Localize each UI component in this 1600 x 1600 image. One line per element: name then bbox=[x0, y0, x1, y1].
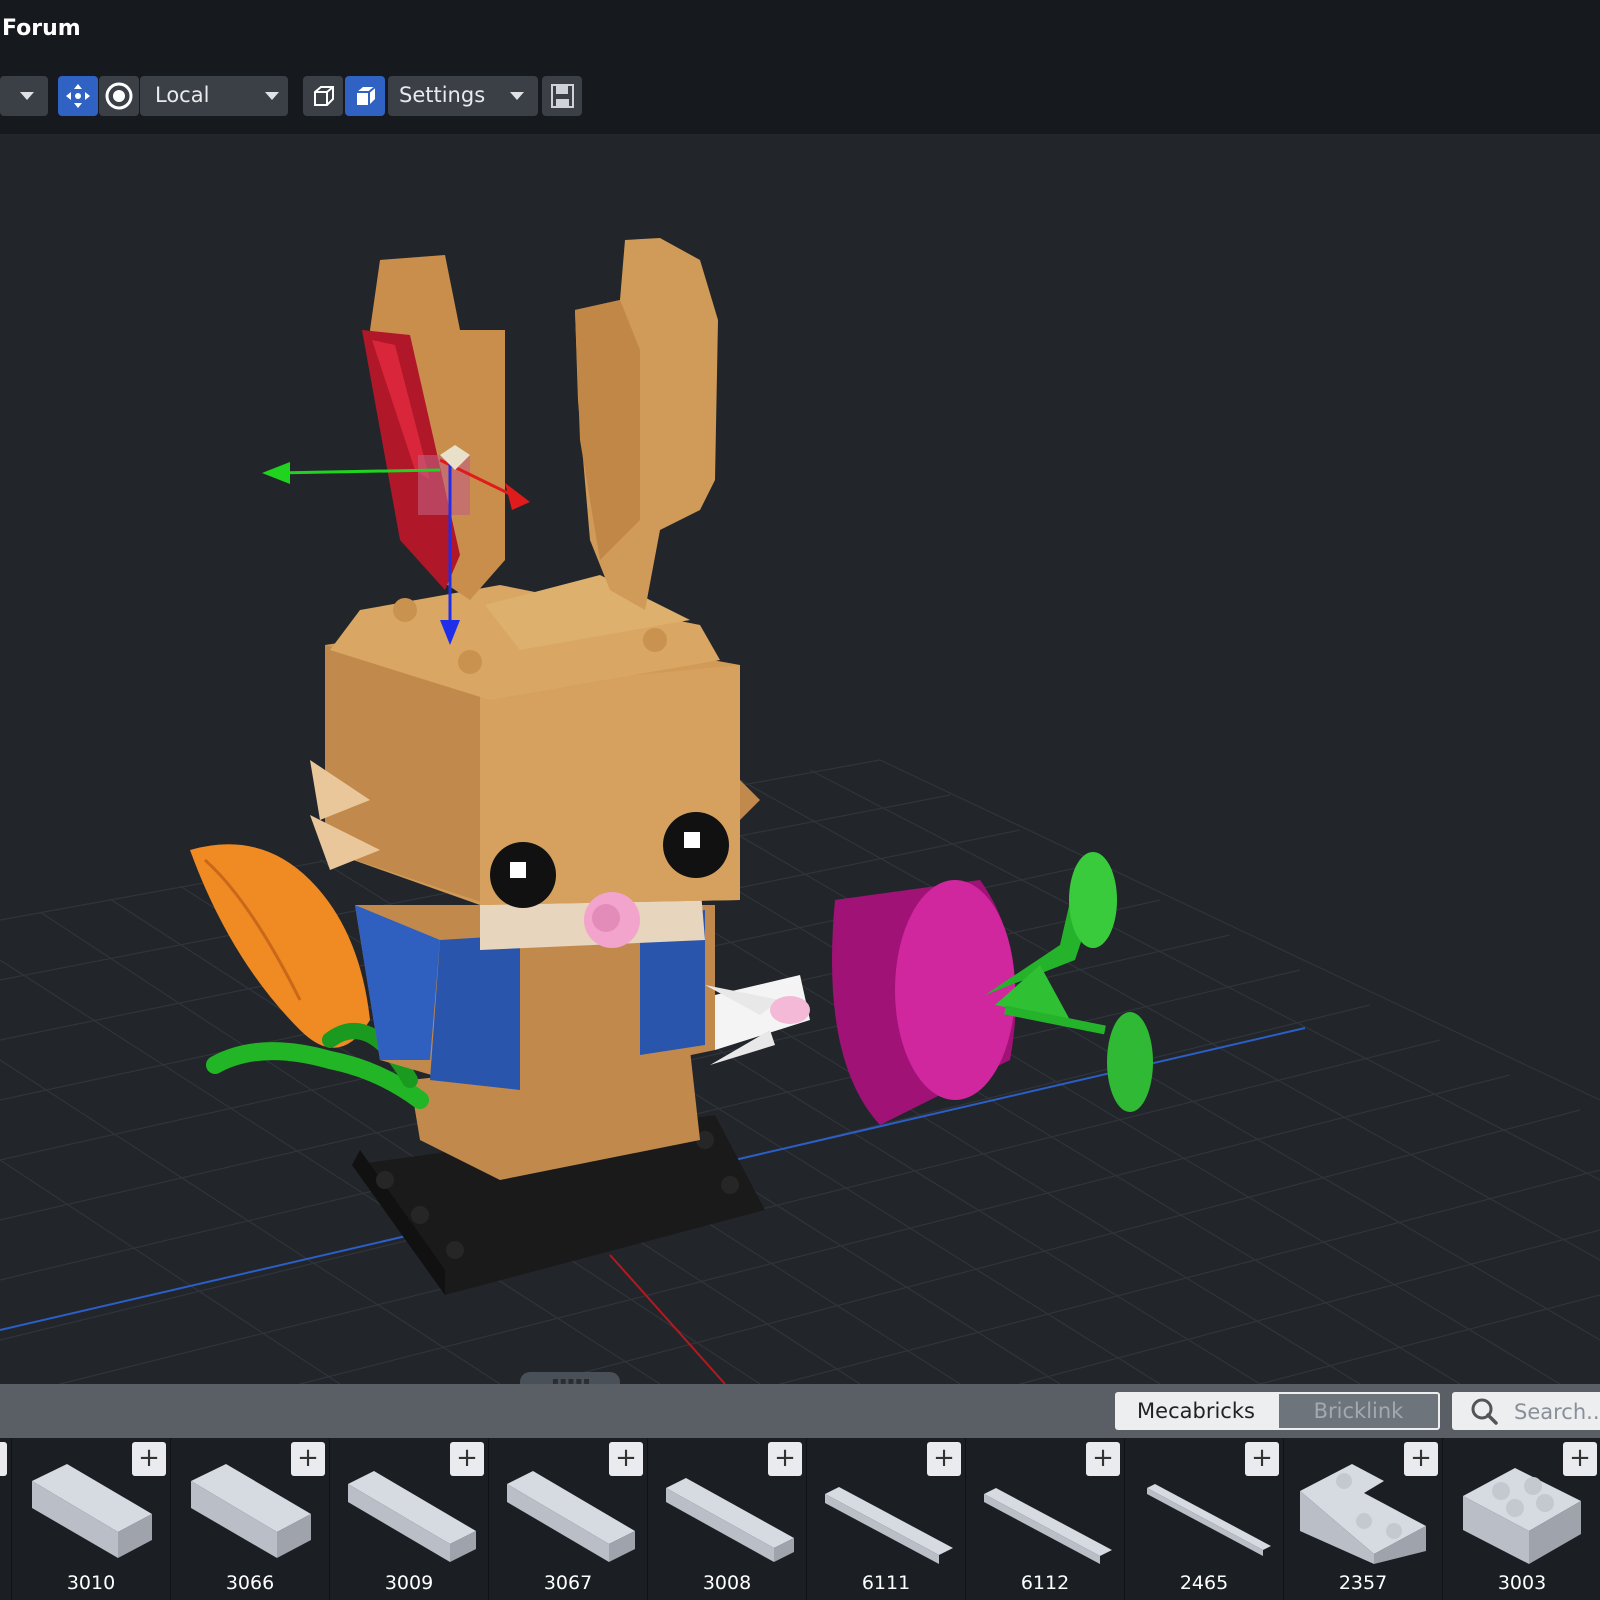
part-number: 3010 bbox=[66, 1572, 116, 1594]
tab-mecabricks-label: Mecabricks bbox=[1137, 1399, 1255, 1423]
tab-bricklink[interactable]: Bricklink bbox=[1277, 1392, 1440, 1430]
add-part-button[interactable]: + bbox=[609, 1442, 643, 1476]
add-part-button[interactable]: + bbox=[0, 1442, 7, 1476]
part-number: 3003 bbox=[1497, 1572, 1547, 1594]
ears bbox=[362, 238, 718, 610]
cube-outline-icon bbox=[314, 86, 334, 106]
parts-search-field[interactable]: Search... bbox=[1452, 1392, 1600, 1430]
tab-mecabricks[interactable]: Mecabricks bbox=[1115, 1392, 1277, 1430]
pivot-button[interactable] bbox=[99, 76, 139, 116]
part-tile-2465[interactable]: + 2465 bbox=[1125, 1438, 1284, 1600]
move-arrows-icon bbox=[66, 84, 90, 108]
add-part-button[interactable]: + bbox=[927, 1442, 961, 1476]
add-part-button[interactable]: + bbox=[1563, 1442, 1597, 1476]
tab-bricklink-label: Bricklink bbox=[1313, 1399, 1404, 1423]
toolbar: Local Settings bbox=[0, 66, 1600, 135]
add-part-button[interactable]: + bbox=[291, 1442, 325, 1476]
part-tile-partial[interactable]: + bbox=[0, 1438, 12, 1600]
space-dropdown[interactable]: Local bbox=[140, 76, 288, 116]
part-tile-3010[interactable]: + 3010 bbox=[12, 1438, 171, 1600]
part-number: 2357 bbox=[1338, 1572, 1388, 1594]
chevron-down-icon bbox=[20, 92, 34, 100]
search-placeholder: Search... bbox=[1514, 1400, 1600, 1424]
part-number: 3008 bbox=[702, 1572, 752, 1594]
space-dropdown-label: Local bbox=[155, 83, 210, 107]
3d-viewport[interactable] bbox=[0, 134, 1600, 1384]
add-part-button[interactable]: + bbox=[1404, 1442, 1438, 1476]
part-tile-3067[interactable]: + 3067 bbox=[489, 1438, 648, 1600]
settings-dropdown[interactable]: Settings bbox=[388, 76, 538, 116]
viewport-scene bbox=[0, 238, 1600, 1384]
chevron-down-icon bbox=[265, 92, 279, 100]
part-tile-2357[interactable]: + 2357 bbox=[1284, 1438, 1443, 1600]
floppy-disk-icon bbox=[551, 84, 574, 108]
part-tile-3008[interactable]: + 3008 bbox=[648, 1438, 807, 1600]
add-part-button[interactable]: + bbox=[450, 1442, 484, 1476]
part-tile-3009[interactable]: + 3009 bbox=[330, 1438, 489, 1600]
search-icon bbox=[1471, 1398, 1498, 1425]
title-bar: Forum bbox=[0, 0, 1600, 66]
part-number: 6112 bbox=[1020, 1572, 1070, 1594]
part-tile-3066[interactable]: + 3066 bbox=[171, 1438, 330, 1600]
part-number: 3067 bbox=[543, 1572, 593, 1594]
z-axis-line bbox=[609, 1254, 726, 1384]
window-title[interactable]: Forum bbox=[2, 16, 81, 41]
part-number: 2465 bbox=[1179, 1572, 1229, 1594]
move-tool-button[interactable] bbox=[58, 76, 98, 116]
parts-panel-header: Mecabricks Bricklink Search... bbox=[0, 1384, 1600, 1438]
part-number: 3009 bbox=[384, 1572, 434, 1594]
radish bbox=[705, 852, 1153, 1125]
add-part-button[interactable]: + bbox=[768, 1442, 802, 1476]
parts-list: + + 3010 + 3066 + 3009 bbox=[0, 1438, 1600, 1600]
add-part-button[interactable]: + bbox=[1245, 1442, 1279, 1476]
solid-view-button[interactable] bbox=[345, 76, 385, 116]
part-tile-6111[interactable]: + 6111 bbox=[807, 1438, 966, 1600]
part-tile-3003[interactable]: + 3003 bbox=[1443, 1438, 1600, 1600]
settings-dropdown-label: Settings bbox=[399, 83, 486, 107]
part-number: 6111 bbox=[861, 1572, 911, 1594]
add-part-button[interactable]: + bbox=[1086, 1442, 1120, 1476]
part-number: 3066 bbox=[225, 1572, 275, 1594]
save-button[interactable] bbox=[542, 76, 582, 116]
chevron-down-icon bbox=[510, 92, 524, 100]
pivot-target-icon bbox=[105, 82, 133, 110]
wireframe-view-button[interactable] bbox=[303, 76, 343, 116]
cube-solid-icon bbox=[357, 86, 376, 105]
mode-dropdown[interactable] bbox=[0, 76, 48, 116]
add-part-button[interactable]: + bbox=[132, 1442, 166, 1476]
part-tile-6112[interactable]: + 6112 bbox=[966, 1438, 1125, 1600]
